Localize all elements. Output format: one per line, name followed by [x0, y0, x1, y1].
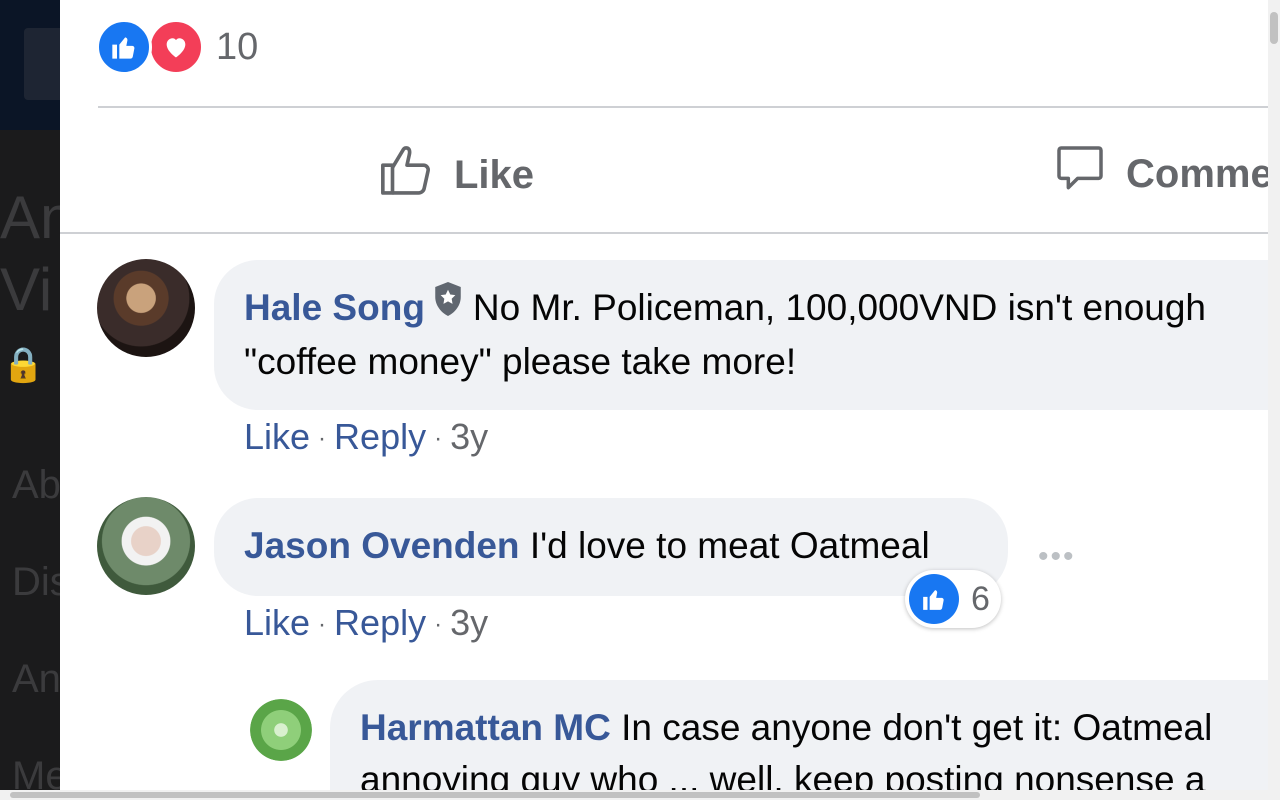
comment-button-label: Comme	[1126, 151, 1268, 196]
reaction-count[interactable]: 10	[216, 26, 258, 69]
lock-icon: 🔒	[2, 346, 45, 384]
comment-bubble-icon	[1052, 141, 1126, 207]
like-reaction-icon	[909, 574, 959, 624]
separator: ·	[434, 425, 443, 453]
separator: ·	[318, 611, 327, 639]
like-reaction-icon	[96, 19, 152, 75]
comment-author[interactable]: Hale Song	[244, 287, 425, 328]
comment-text-line1: In case anyone don't get it: Oatmeal	[621, 707, 1213, 748]
love-reaction-icon	[148, 19, 204, 75]
background-page: An Vi 🔒 Ab Dis An Me	[0, 0, 60, 800]
avatar-harmattan-mc[interactable]	[250, 699, 312, 761]
separator: ·	[434, 611, 443, 639]
comment-like-link[interactable]: Like	[244, 602, 310, 643]
comment-button[interactable]: Comme	[1052, 141, 1268, 207]
comment-text-line2: annoying guy who ... well, keep posting …	[360, 759, 1206, 790]
post-actions-bar: Like Comme	[60, 135, 1268, 215]
separator: ·	[318, 425, 327, 453]
divider	[98, 106, 1268, 108]
like-button[interactable]: Like	[378, 141, 534, 209]
horizontal-scrollbar-thumb[interactable]	[10, 792, 980, 798]
comment-meta: Like · Reply · 3y	[244, 416, 488, 458]
background-topbar-button	[24, 28, 60, 100]
comment-meta: Like · Reply · 3y	[244, 602, 488, 644]
vertical-scrollbar[interactable]	[1268, 0, 1280, 790]
horizontal-scrollbar[interactable]	[0, 790, 1280, 800]
divider	[60, 232, 1268, 234]
comment-reply-link[interactable]: Reply	[334, 602, 426, 643]
comment-reaction-count: 6	[971, 579, 990, 618]
comment-timestamp[interactable]: 3y	[450, 416, 488, 457]
comment-reaction-pill[interactable]: 6	[905, 570, 1001, 628]
comment-text-line2: "coffee money" please take more!	[244, 341, 797, 383]
avatar-jason-ovenden[interactable]	[97, 497, 195, 595]
comment-text-line1: I'd love to meat Oatmeal	[529, 525, 930, 566]
comment-bubble: Jason Ovenden I'd love to meat Oatmeal	[214, 498, 1008, 596]
comment-text-line1: No Mr. Policeman, 100,000VND isn't enoug…	[472, 287, 1207, 328]
vertical-scrollbar-thumb[interactable]	[1270, 12, 1278, 44]
comment-author[interactable]: Jason Ovenden	[244, 525, 520, 566]
background-nav-item: Dis	[12, 560, 60, 604]
reactions-summary[interactable]: 10	[96, 18, 258, 76]
shield-icon	[431, 280, 465, 332]
background-nav-item: An	[12, 657, 60, 701]
thumbs-up-outline-icon	[378, 141, 454, 209]
comment-timestamp[interactable]: 3y	[450, 602, 488, 643]
like-button-label: Like	[454, 152, 535, 197]
avatar-hale-song[interactable]	[97, 259, 195, 357]
comment-author[interactable]: Harmattan MC	[360, 707, 611, 748]
comment-reply-link[interactable]: Reply	[334, 416, 426, 457]
comment-bubble: Harmattan MC In case anyone don't get it…	[330, 680, 1268, 790]
background-title-line2: Vi	[0, 256, 53, 323]
post-modal: 10 Like Comme Hale Song No Mr. Policeman…	[60, 0, 1268, 790]
comment-bubble: Hale Song No Mr. Policeman, 100,000VND is…	[214, 260, 1268, 410]
background-topbar	[0, 0, 60, 130]
more-options-icon[interactable]: •••	[1038, 540, 1076, 574]
comment-like-link[interactable]: Like	[244, 416, 310, 457]
background-nav-item: Ab	[12, 463, 60, 507]
background-title-line1: An	[0, 184, 60, 251]
